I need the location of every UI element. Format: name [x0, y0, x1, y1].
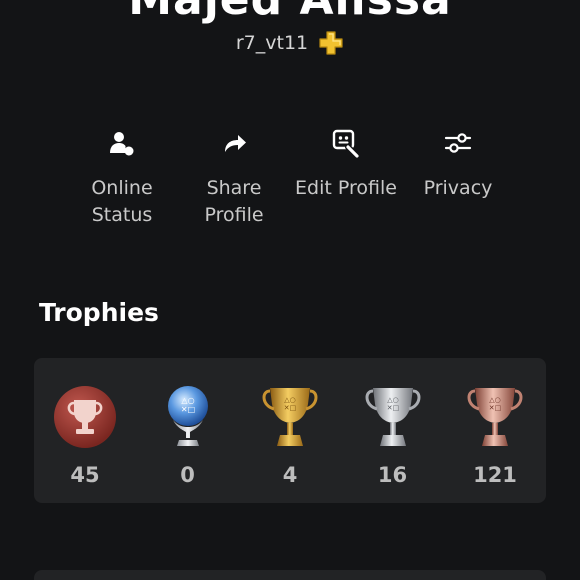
trophy-silver: △○ ✕□ 16: [342, 358, 444, 503]
trophy-level-icon: [54, 386, 116, 448]
platinum-count: 0: [180, 463, 195, 487]
trophies-title: Trophies: [39, 298, 159, 327]
trophy-platinum: △○ ✕□ 0: [137, 358, 239, 503]
next-section-card[interactable]: [34, 570, 546, 580]
svg-text:△○: △○: [387, 396, 399, 404]
bronze-trophy-icon: △○ ✕□: [467, 388, 523, 446]
edit-profile-icon: [329, 126, 363, 160]
svg-text:△○: △○: [489, 396, 501, 404]
svg-text:✕□: ✕□: [284, 404, 296, 412]
edit-profile-button[interactable]: Edit Profile: [290, 126, 402, 229]
gold-count: 4: [282, 463, 298, 487]
trophy-bronze: △○ ✕□ 121: [444, 358, 546, 503]
trophy-level: 45: [34, 358, 136, 503]
silver-trophy-icon: △○ ✕□: [365, 388, 420, 446]
share-icon: [217, 126, 251, 160]
sliders-icon: [441, 126, 475, 160]
online-status-button[interactable]: Online Status: [66, 126, 178, 229]
silver-count: 16: [377, 463, 408, 487]
share-profile-button[interactable]: Share Profile: [178, 126, 290, 229]
handle-row: r7_vt11: [0, 30, 580, 56]
playstation-plus-icon: [319, 31, 343, 55]
online-status-icon: [105, 126, 139, 160]
platinum-trophy-icon: △○ ✕□: [167, 386, 208, 446]
svg-text:△○: △○: [284, 396, 296, 404]
profile-page: Majed Alissa r7_vt11 Online Status: [0, 0, 580, 580]
trophy-level-count: 45: [70, 463, 100, 487]
trophy-gold: △○ ✕□ 4: [239, 358, 341, 503]
svg-text:✕□: ✕□: [180, 405, 194, 414]
online-status-label: Online Status: [91, 177, 153, 226]
edit-profile-label: Edit Profile: [295, 177, 397, 199]
svg-text:✕□: ✕□: [489, 404, 501, 412]
display-name: Majed Alissa: [0, 0, 580, 25]
svg-text:✕□: ✕□: [386, 404, 398, 412]
gold-trophy-icon: △○ ✕□: [262, 388, 318, 446]
share-profile-label: Share Profile: [204, 177, 264, 226]
privacy-label: Privacy: [423, 177, 493, 199]
privacy-button[interactable]: Privacy: [402, 126, 514, 229]
svg-text:△○: △○: [181, 396, 194, 405]
bronze-count: 121: [473, 463, 517, 487]
trophy-summary-card[interactable]: 45 △○ ✕□ 0 △○ ✕□ 4 △○ ✕□ 16 △○ ✕□ 121: [34, 358, 546, 503]
online-id: r7_vt11: [235, 32, 309, 54]
profile-actions: Online Status Share Profile Edit Profile…: [66, 126, 514, 229]
